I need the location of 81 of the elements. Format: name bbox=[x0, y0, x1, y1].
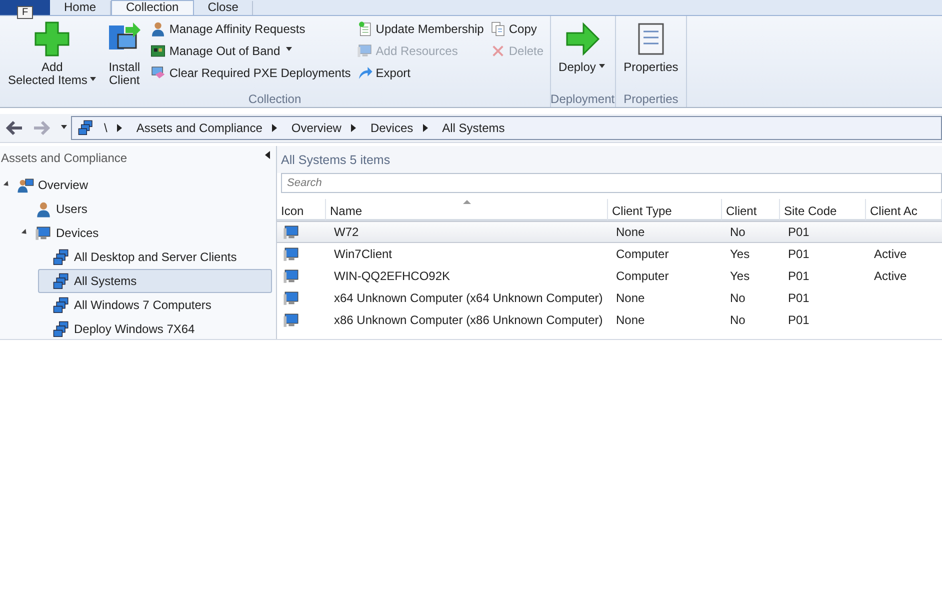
computer-icon bbox=[35, 224, 52, 242]
table-cell: P01 bbox=[788, 225, 810, 239]
ribbon-button[interactable]: Add Selected Items bbox=[6, 19, 98, 91]
group-label: Collection bbox=[247, 91, 302, 107]
group-label: Deployment bbox=[550, 91, 615, 107]
ribbon-button[interactable]: Update Membership bbox=[356, 19, 484, 38]
computer-icon bbox=[283, 268, 300, 284]
table-cell: Active bbox=[874, 247, 907, 261]
table-cell: Active bbox=[874, 269, 907, 283]
eraser-icon bbox=[150, 64, 166, 80]
computer-icon bbox=[356, 42, 373, 58]
breadcrumb-item[interactable]: Overview bbox=[291, 121, 342, 135]
ribbon-tab[interactable]: Collection bbox=[111, 0, 194, 15]
table-row[interactable]: x86 Unknown Computer (x86 Unknown Computer) None No P01 bbox=[277, 309, 942, 331]
computer-icon bbox=[283, 290, 300, 306]
ribbon-button[interactable]: Install Client bbox=[104, 19, 144, 91]
breadcrumb-item[interactable]: All Systems bbox=[442, 121, 505, 135]
breadcrumb-item[interactable]: Devices bbox=[370, 121, 414, 135]
item-count: 5 items bbox=[350, 153, 390, 167]
tree-item[interactable]: Devices bbox=[20, 221, 272, 245]
table-cell: Yes bbox=[730, 269, 750, 283]
table-cell: None bbox=[616, 225, 645, 239]
tree-item[interactable]: Deploy Windows 7X64 bbox=[38, 317, 272, 341]
computers-icon bbox=[53, 272, 70, 290]
tree-item[interactable]: All Desktop and Server Clients bbox=[38, 245, 272, 269]
curved-arrow-icon bbox=[356, 64, 373, 80]
table-cell: No bbox=[730, 313, 746, 327]
ribbon-button[interactable]: Manage Out of Band bbox=[150, 41, 351, 60]
computers-icon bbox=[53, 320, 70, 338]
table-cell: W72 bbox=[334, 225, 359, 239]
tree-item[interactable]: Users bbox=[20, 197, 272, 221]
people-computer-icon bbox=[17, 176, 34, 194]
list-title: All Systems bbox=[281, 153, 346, 167]
table-cell: P01 bbox=[788, 313, 810, 327]
table-cell: Yes bbox=[730, 247, 750, 261]
table-cell: P01 bbox=[788, 247, 810, 261]
pane-title: Assets and Compliance bbox=[1, 151, 128, 165]
search-field[interactable]: Search bbox=[281, 173, 942, 193]
ribbon-button[interactable]: Deploy bbox=[556, 19, 607, 91]
table-cell: x64 Unknown Computer (x64 Unknown Computer) bbox=[334, 291, 603, 305]
document-icon bbox=[356, 20, 373, 36]
ribbon-button[interactable]: Export bbox=[356, 63, 484, 82]
arrow-icon bbox=[564, 21, 600, 57]
table-cell: x86 Unknown Computer (x86 Unknown Computer) bbox=[334, 313, 603, 327]
table-cell: None bbox=[616, 313, 645, 327]
computers-icon bbox=[53, 248, 70, 266]
sort-icon bbox=[462, 200, 470, 204]
breadcrumb-item[interactable]: Assets and Compliance bbox=[136, 121, 262, 135]
computer-icon bbox=[283, 224, 300, 240]
table-row[interactable]: W72 None No P01 bbox=[277, 221, 942, 243]
table-cell: None bbox=[616, 291, 645, 305]
table-row[interactable]: Win7Client Computer Yes P01 Active bbox=[277, 243, 942, 265]
computer-icon bbox=[283, 312, 300, 328]
computers-icon bbox=[53, 296, 70, 314]
table-cell: No bbox=[730, 291, 746, 305]
computers-icon bbox=[78, 120, 94, 136]
person-icon bbox=[35, 200, 52, 218]
tree-item[interactable]: Overview bbox=[2, 173, 272, 197]
table-cell: P01 bbox=[788, 269, 810, 283]
table-cell: No bbox=[730, 225, 746, 239]
copy-icon bbox=[490, 20, 506, 36]
table-row[interactable]: WIN-QQ2EFHCO92K Computer Yes P01 Active bbox=[277, 265, 942, 287]
ribbon-button[interactable]: Clear Required PXE Deployments bbox=[150, 63, 351, 82]
circuit-board-icon bbox=[150, 42, 166, 58]
table-cell: P01 bbox=[788, 291, 810, 305]
ribbon-button[interactable]: Properties bbox=[622, 19, 680, 91]
tree-item[interactable]: All Systems bbox=[38, 269, 272, 293]
table-cell: Computer bbox=[616, 247, 669, 261]
ribbon-button[interactable]: Manage Affinity Requests bbox=[150, 19, 351, 38]
ribbon-button[interactable]: Copy bbox=[490, 19, 544, 38]
table-row[interactable]: x64 Unknown Computer (x64 Unknown Computer) None No P01 bbox=[277, 287, 942, 309]
table-cell: WIN-QQ2EFHCO92K bbox=[334, 269, 450, 283]
person-icon bbox=[150, 20, 166, 36]
table-cell: Win7Client bbox=[334, 247, 392, 261]
breadcrumb-item[interactable]: \ bbox=[104, 121, 108, 135]
plus-icon bbox=[34, 21, 70, 57]
table-cell: Computer bbox=[616, 269, 669, 283]
tree-item[interactable]: All Windows 7 Computers bbox=[38, 293, 272, 317]
file-button[interactable]: F bbox=[16, 6, 34, 19]
computer-icon bbox=[283, 246, 300, 262]
group-label: Properties bbox=[622, 91, 680, 107]
